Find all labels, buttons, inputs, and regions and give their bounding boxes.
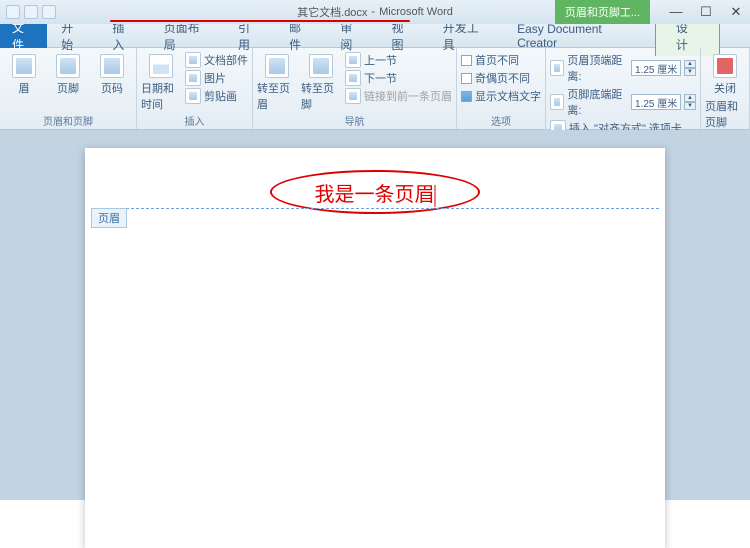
- page-number-button[interactable]: 页码: [92, 50, 132, 96]
- checkbox-checked-icon: [461, 91, 472, 102]
- group-header-footer: 眉 页脚 页码 页眉和页脚: [0, 48, 137, 129]
- footer-bottom-distance: 页脚底端距离: 1.25 厘米 ▲▼: [550, 86, 696, 118]
- link-previous-button: 链接到前一条页眉: [345, 88, 452, 104]
- header-button[interactable]: 眉: [4, 50, 44, 96]
- tab-file[interactable]: 文件: [0, 24, 47, 48]
- text-cursor: [435, 185, 436, 207]
- link-icon: [345, 88, 361, 104]
- header-tag: 页眉: [91, 208, 127, 228]
- goto-header-button[interactable]: 转至页眉: [257, 50, 297, 112]
- qat-redo-icon[interactable]: [42, 5, 56, 19]
- minimize-button[interactable]: —: [666, 4, 686, 20]
- calendar-icon: [149, 54, 173, 78]
- date-time-button[interactable]: 日期和时间: [141, 50, 181, 112]
- header-content[interactable]: 我是一条页眉: [315, 178, 436, 207]
- footer-dist-icon: [550, 94, 564, 110]
- group-options: 首页不同 奇偶页不同 显示文档文字 选项: [457, 48, 546, 129]
- next-section-button[interactable]: 下一节: [345, 70, 452, 86]
- group-close: 关闭 页眉和页脚 关闭: [701, 48, 750, 129]
- goto-footer-icon: [309, 54, 333, 78]
- document-area: 我是一条页眉 页眉: [0, 130, 750, 500]
- prev-icon: [345, 52, 361, 68]
- footer-distance-input[interactable]: 1.25 厘米: [631, 94, 681, 110]
- app-name: Microsoft Word: [379, 6, 453, 18]
- picture-icon: [185, 70, 201, 86]
- qat-undo-icon[interactable]: [24, 5, 38, 19]
- spinner-down-icon[interactable]: ▼: [684, 102, 696, 110]
- page[interactable]: 我是一条页眉 页眉: [85, 148, 665, 548]
- ribbon: 眉 页脚 页码 页眉和页脚 日期和时间 文档部件 图片 剪贴画 插入 转至页眉 …: [0, 48, 750, 130]
- clipart-icon: [185, 88, 201, 104]
- show-doc-text-checkbox[interactable]: 显示文档文字: [461, 88, 541, 104]
- quick-access-toolbar: [0, 5, 62, 19]
- tab-edc[interactable]: Easy Document Creator: [503, 22, 655, 50]
- clipart-button[interactable]: 剪贴画: [185, 88, 248, 104]
- page-number-icon: [100, 54, 124, 78]
- checkbox-icon: [461, 73, 472, 84]
- ribbon-tabs: 文件 开始 插入 页面布局 引用 邮件 审阅 视图 开发工具 Easy Docu…: [0, 24, 750, 48]
- qat-save-icon[interactable]: [6, 5, 20, 19]
- group-navigation: 转至页眉 转至页脚 上一节 下一节 链接到前一条页眉 导航: [253, 48, 457, 129]
- window-title: 其它文档.docx - Microsoft Word: [297, 4, 453, 20]
- footer-button[interactable]: 页脚: [48, 50, 88, 96]
- group-position: 页眉顶端距离: 1.25 厘米 ▲▼ 页脚底端距离: 1.25 厘米 ▲▼ 插入…: [546, 48, 701, 129]
- next-icon: [345, 70, 361, 86]
- close-button[interactable]: ✕: [726, 4, 746, 20]
- header-distance-input[interactable]: 1.25 厘米: [631, 60, 681, 76]
- window-controls: — ☐ ✕: [666, 4, 746, 20]
- group-insert: 日期和时间 文档部件 图片 剪贴画 插入: [137, 48, 253, 129]
- different-odd-even-checkbox[interactable]: 奇偶页不同: [461, 70, 541, 86]
- checkbox-icon: [461, 55, 472, 66]
- footer-icon: [56, 54, 80, 78]
- spinner-up-icon[interactable]: ▲: [684, 60, 696, 68]
- spinner-up-icon[interactable]: ▲: [684, 94, 696, 102]
- goto-header-icon: [265, 54, 289, 78]
- goto-footer-button[interactable]: 转至页脚: [301, 50, 341, 112]
- quick-parts-button[interactable]: 文档部件: [185, 52, 248, 68]
- prev-section-button[interactable]: 上一节: [345, 52, 452, 68]
- parts-icon: [185, 52, 201, 68]
- title-bar: 其它文档.docx - Microsoft Word 页眉和页脚工... — ☐…: [0, 0, 750, 24]
- header-icon: [12, 54, 36, 78]
- annotation-underline: [110, 20, 410, 22]
- header-dist-icon: [550, 60, 564, 76]
- header-boundary: [91, 208, 659, 209]
- maximize-button[interactable]: ☐: [696, 4, 716, 20]
- header-top-distance: 页眉顶端距离: 1.25 厘米 ▲▼: [550, 52, 696, 84]
- close-x-icon: [713, 54, 737, 78]
- picture-button[interactable]: 图片: [185, 70, 248, 86]
- contextual-tab-header: 页眉和页脚工...: [555, 0, 650, 24]
- different-first-checkbox[interactable]: 首页不同: [461, 52, 541, 68]
- spinner-down-icon[interactable]: ▼: [684, 68, 696, 76]
- doc-name: 其它文档.docx: [297, 4, 367, 20]
- close-header-footer-button[interactable]: 关闭 页眉和页脚: [705, 50, 745, 130]
